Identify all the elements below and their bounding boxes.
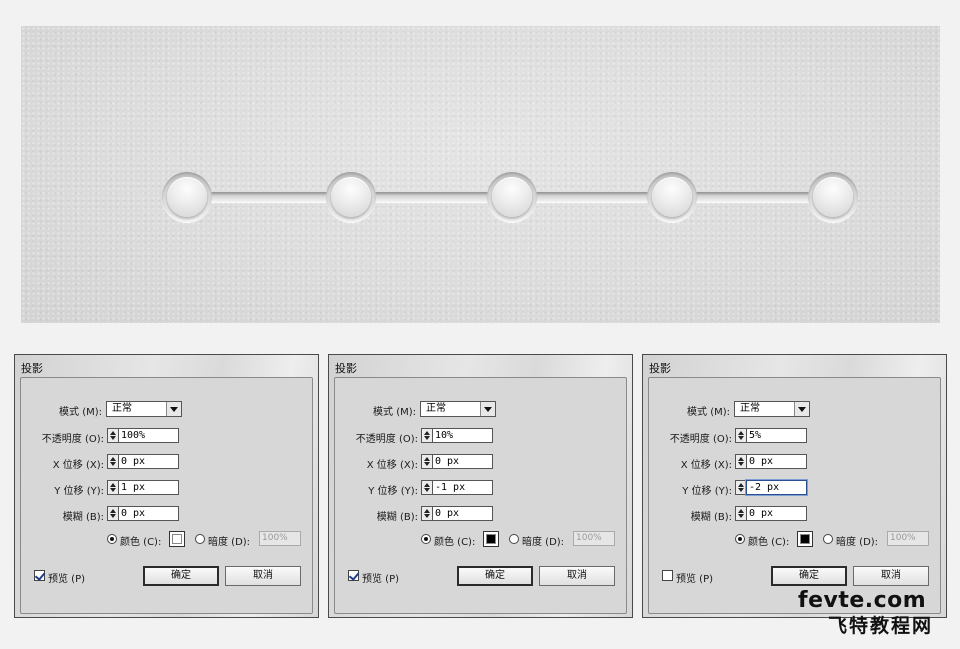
preview-label: 预览 (P) (676, 574, 714, 585)
color-radio[interactable] (107, 534, 117, 544)
blur-stepper[interactable] (421, 506, 432, 521)
drop-shadow-dialog-1: 投影 模式 (M): 正常 不透明度 (O): 100% X 位移 (X): 0… (14, 354, 319, 618)
color-swatch[interactable] (483, 531, 499, 547)
x-offset-field[interactable]: 0 px (118, 454, 179, 469)
mode-select-value: 正常 (112, 403, 132, 414)
step-knob-3[interactable] (487, 172, 537, 222)
ok-button[interactable]: 确定 (457, 566, 533, 586)
color-swatch[interactable] (169, 531, 185, 547)
darkness-label: 暗度 (D): (522, 537, 565, 548)
mode-select-value: 正常 (740, 403, 760, 414)
mode-label: 模式 (M): (373, 407, 416, 418)
x-offset-label: X 位移 (X): (52, 460, 104, 471)
mode-select[interactable]: 正常 (106, 401, 182, 417)
paper-texture (21, 26, 940, 323)
y-offset-label: Y 位移 (Y): (368, 486, 418, 497)
blur-label: 模糊 (B): (376, 512, 418, 523)
preview-checkbox[interactable] (662, 570, 673, 581)
cancel-button[interactable]: 取消 (853, 566, 929, 586)
opacity-field[interactable]: 10% (432, 428, 493, 443)
dialog-title: 投影 (21, 362, 43, 375)
color-radio[interactable] (421, 534, 431, 544)
darkness-radio[interactable] (823, 534, 833, 544)
color-swatch-fill (800, 534, 810, 544)
color-swatch-fill (486, 534, 496, 544)
step-knob-4[interactable] (647, 172, 697, 222)
opacity-label: 不透明度 (O): (669, 434, 732, 445)
darkness-field: 100% (259, 531, 301, 546)
x-offset-field[interactable]: 0 px (432, 454, 493, 469)
x-offset-field[interactable]: 0 px (746, 454, 807, 469)
x-offset-stepper[interactable] (421, 454, 432, 469)
y-offset-label: Y 位移 (Y): (54, 486, 104, 497)
darkness-label: 暗度 (D): (836, 537, 879, 548)
mode-label: 模式 (M): (59, 407, 102, 418)
step-slider-preview (21, 26, 940, 323)
color-label: 颜色 (C): (120, 537, 162, 548)
blur-label: 模糊 (B): (690, 512, 732, 523)
ok-button[interactable]: 确定 (771, 566, 847, 586)
color-swatch-fill (172, 534, 182, 544)
color-swatch[interactable] (797, 531, 813, 547)
color-label: 颜色 (C): (434, 537, 476, 548)
opacity-field[interactable]: 100% (118, 428, 179, 443)
dialog-title: 投影 (335, 362, 357, 375)
color-label: 颜色 (C): (748, 537, 790, 548)
y-offset-stepper[interactable] (421, 480, 432, 495)
blur-field[interactable]: 0 px (746, 506, 807, 521)
opacity-stepper[interactable] (735, 428, 746, 443)
chevron-down-icon[interactable] (794, 402, 809, 416)
mode-label: 模式 (M): (687, 407, 730, 418)
watermark-domain: fevte.com (798, 588, 927, 613)
cancel-button[interactable]: 取消 (225, 566, 301, 586)
mode-select[interactable]: 正常 (420, 401, 496, 417)
x-offset-label: X 位移 (X): (680, 460, 732, 471)
y-offset-field[interactable]: 1 px (118, 480, 179, 495)
y-offset-field[interactable]: -1 px (432, 480, 493, 495)
blur-stepper[interactable] (735, 506, 746, 521)
dialog-panel: 模式 (M): 正常 不透明度 (O): 5% X 位移 (X): 0 px Y… (648, 377, 941, 614)
dialog-title: 投影 (649, 362, 671, 375)
x-offset-stepper[interactable] (107, 454, 118, 469)
step-knob-5[interactable] (808, 172, 858, 222)
opacity-stepper[interactable] (421, 428, 432, 443)
y-offset-stepper[interactable] (107, 480, 118, 495)
preview-checkbox[interactable] (348, 570, 359, 581)
y-offset-field[interactable]: -2 px (746, 480, 807, 495)
x-offset-stepper[interactable] (735, 454, 746, 469)
y-offset-stepper[interactable] (735, 480, 746, 495)
opacity-label: 不透明度 (O): (41, 434, 104, 445)
darkness-radio[interactable] (195, 534, 205, 544)
darkness-field: 100% (887, 531, 929, 546)
opacity-field[interactable]: 5% (746, 428, 807, 443)
drop-shadow-dialog-2: 投影 模式 (M): 正常 不透明度 (O): 10% X 位移 (X): 0 … (328, 354, 633, 618)
mode-select[interactable]: 正常 (734, 401, 810, 417)
darkness-radio[interactable] (509, 534, 519, 544)
step-knob-1[interactable] (162, 172, 212, 222)
opacity-label: 不透明度 (O): (355, 434, 418, 445)
dialog-panel: 模式 (M): 正常 不透明度 (O): 100% X 位移 (X): 0 px… (20, 377, 313, 614)
preview-checkbox[interactable] (34, 570, 45, 581)
ok-button[interactable]: 确定 (143, 566, 219, 586)
y-offset-label: Y 位移 (Y): (682, 486, 732, 497)
color-radio[interactable] (735, 534, 745, 544)
darkness-field: 100% (573, 531, 615, 546)
mode-select-value: 正常 (426, 403, 446, 414)
opacity-stepper[interactable] (107, 428, 118, 443)
darkness-label: 暗度 (D): (208, 537, 251, 548)
blur-stepper[interactable] (107, 506, 118, 521)
preview-label: 预览 (P) (48, 574, 86, 585)
drop-shadow-dialog-3: 投影 模式 (M): 正常 不透明度 (O): 5% X 位移 (X): 0 p… (642, 354, 947, 618)
blur-field[interactable]: 0 px (118, 506, 179, 521)
dialog-panel: 模式 (M): 正常 不透明度 (O): 10% X 位移 (X): 0 px … (334, 377, 627, 614)
watermark-site-name: 飞特教程网 (828, 615, 934, 637)
blur-label: 模糊 (B): (62, 512, 104, 523)
cancel-button[interactable]: 取消 (539, 566, 615, 586)
chevron-down-icon[interactable] (166, 402, 181, 416)
blur-field[interactable]: 0 px (432, 506, 493, 521)
x-offset-label: X 位移 (X): (366, 460, 418, 471)
preview-label: 预览 (P) (362, 574, 400, 585)
step-knob-2[interactable] (326, 172, 376, 222)
chevron-down-icon[interactable] (480, 402, 495, 416)
